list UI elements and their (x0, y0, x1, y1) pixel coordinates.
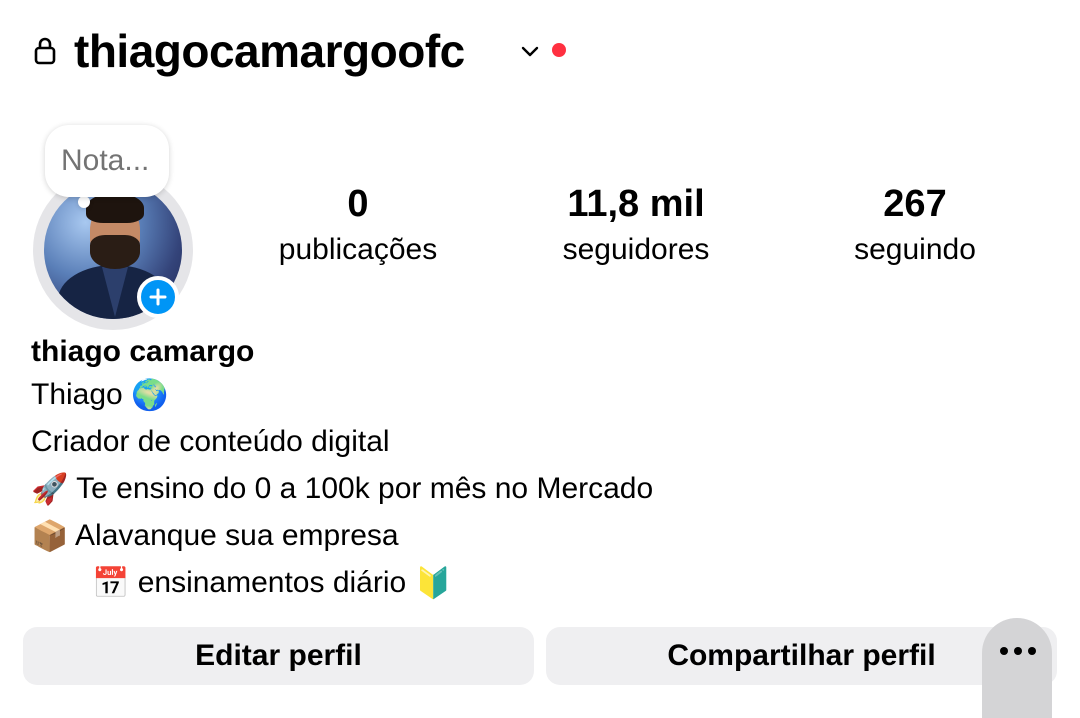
profile-page: thiagocamargoofc Nota... 0 publicações 1… (0, 0, 1080, 718)
bio-line: 📦 Alavanque sua empresa (31, 517, 399, 556)
profile-header: thiagocamargoofc (0, 0, 1080, 100)
following-label: seguindo (854, 233, 976, 266)
posts-label: publicações (278, 233, 438, 266)
note-bubble[interactable]: Nota... (45, 125, 169, 197)
edit-profile-button[interactable]: Editar perfil (23, 627, 534, 685)
more-options-button[interactable] (982, 618, 1052, 718)
avatar-hair (86, 193, 144, 223)
stat-followers[interactable]: 11,8 mil seguidores (516, 180, 756, 270)
avatar-beard (90, 235, 140, 269)
account-switcher-username[interactable]: thiagocamargoofc (74, 22, 465, 80)
notification-dot (552, 43, 566, 57)
followers-label: seguidores (562, 233, 710, 266)
bio-text: Alavanque sua empresa (75, 519, 399, 552)
stat-posts[interactable]: 0 publicações (238, 180, 478, 270)
bio-category: Criador de conteúdo digital (31, 425, 390, 458)
lock-icon (34, 37, 56, 65)
beginner-emoji: 🔰 (414, 567, 452, 601)
package-emoji: 📦 (31, 520, 69, 554)
profile-name: thiago camargo (31, 335, 255, 368)
bio-line: Thiago 🌍 (31, 376, 168, 415)
stat-following[interactable]: 267 seguindo (795, 180, 1035, 270)
bio-line: Criador de conteúdo digital (31, 423, 390, 461)
globe-emoji: 🌍 (131, 379, 169, 413)
note-placeholder: Nota... (61, 144, 150, 177)
bio-text: ensinamentos diário (137, 566, 407, 599)
bio-line: 🚀 Te ensino do 0 a 100k por mês no Merca… (31, 470, 653, 509)
more-horizontal-icon (1000, 647, 1036, 655)
bio-text: Te ensino do 0 a 100k por mês no Mercado (76, 472, 654, 505)
calendar-emoji: 📅 (92, 567, 130, 601)
posts-count: 0 (347, 183, 369, 225)
add-story-button[interactable] (137, 276, 179, 318)
note-bubble-tail (78, 196, 90, 208)
plus-icon (149, 288, 167, 306)
following-count: 267 (883, 183, 947, 225)
share-profile-button[interactable]: Compartilhar perfil (546, 627, 1057, 685)
followers-count: 11,8 mil (567, 183, 705, 225)
bio-line: 📅 ensinamentos diário 🔰 (92, 564, 452, 603)
bio-text: Thiago (31, 378, 123, 411)
chevron-down-icon[interactable] (519, 40, 541, 62)
rocket-emoji: 🚀 (31, 473, 69, 507)
